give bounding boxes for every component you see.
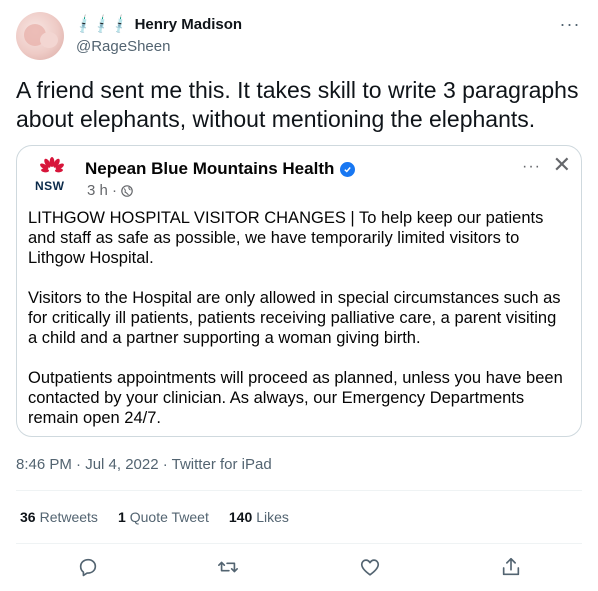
quote-label: Quote Tweet (129, 509, 209, 525)
post-paragraph: LITHGOW HOSPITAL VISITOR CHANGES | To he… (28, 209, 544, 267)
divider (16, 490, 582, 491)
likes-count: 140 (228, 509, 253, 525)
quote-count: 1 (117, 509, 126, 525)
likes-label: Likes (256, 509, 289, 525)
share-icon[interactable] (500, 556, 522, 578)
page-name[interactable]: Nepean Blue Mountains Health (85, 159, 334, 179)
post-paragraph: Outpatients appointments will proceed as… (28, 369, 563, 427)
verified-badge-icon (340, 161, 356, 177)
tweet-text: A friend sent me this. It takes skill to… (16, 77, 579, 132)
retweets-label: Retweets (39, 509, 98, 525)
close-icon[interactable]: ✕ (553, 152, 571, 178)
tweet-timestamp[interactable]: 8:46 PM · Jul 4, 2022 · Twitter for iPad (16, 456, 272, 473)
quote-tweets-stat[interactable]: 1 Quote Tweet (118, 509, 209, 525)
tweet-stats: 36 Retweets 1 Quote Tweet 140 Likes (20, 509, 289, 525)
syringe-icon: 💉 (109, 13, 132, 35)
avatar[interactable] (16, 12, 64, 60)
waratah-icon (40, 157, 64, 173)
like-icon[interactable] (359, 556, 381, 578)
display-name[interactable]: Henry Madison (135, 16, 243, 33)
retweets-stat[interactable]: 36 Retweets (20, 509, 98, 525)
post-paragraph: Visitors to the Hospital are only allowe… (28, 289, 561, 347)
post-more-icon[interactable]: ··· (522, 158, 541, 176)
author-name-row[interactable]: 💉 💉 💉 Henry Madison (73, 13, 243, 35)
post-meta: 3 h · (87, 182, 133, 199)
nsw-logo-text: NSW (35, 179, 65, 193)
syringe-emojis: 💉 💉 💉 (73, 13, 131, 35)
avatar-shape (40, 32, 58, 48)
divider (16, 543, 582, 544)
more-options-icon[interactable]: ··· (558, 14, 582, 34)
globe-icon (121, 184, 133, 197)
post-time[interactable]: 3 h · (87, 182, 117, 199)
post-body: LITHGOW HOSPITAL VISITOR CHANGES | To he… (28, 208, 568, 448)
embedded-post-card[interactable]: NSW Nepean Blue Mountains Health 3 h · ·… (16, 145, 582, 437)
likes-stat[interactable]: 140 Likes (229, 509, 289, 525)
tweet-actions (16, 554, 582, 582)
nsw-logo: NSW (34, 157, 70, 197)
page-name-row[interactable]: Nepean Blue Mountains Health (85, 159, 356, 179)
reply-icon[interactable] (77, 556, 99, 578)
retweets-count: 36 (20, 509, 36, 525)
retweet-icon[interactable] (217, 556, 239, 578)
user-handle[interactable]: @RageSheen (76, 38, 170, 55)
tweet-header: 💉 💉 💉 Henry Madison @RageSheen ··· (16, 10, 584, 62)
